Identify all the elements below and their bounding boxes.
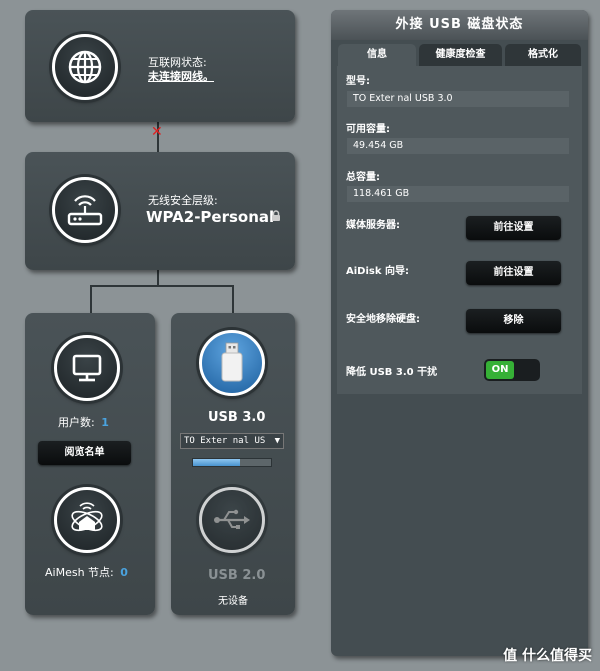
tab-info[interactable]: 信息 xyxy=(338,44,416,66)
connector-wireless-down xyxy=(157,270,159,286)
tab-health-check[interactable]: 健康度检查 xyxy=(419,44,502,66)
usb30-device-select-value: TO Exter nal US xyxy=(184,436,266,446)
chevron-down-icon: ▼ xyxy=(274,436,280,446)
clients-count-label: 用户数: 1 xyxy=(58,414,109,430)
clients-button[interactable] xyxy=(54,335,120,401)
wireless-security-card[interactable]: 无线安全层级: WPA2-Personal xyxy=(25,152,295,270)
wireless-security-label: 无线安全层级: xyxy=(148,194,218,207)
internet-globe-button[interactable] xyxy=(52,34,118,100)
connector-left-down xyxy=(90,285,92,313)
aidisk-settings-button[interactable]: 前往设置 xyxy=(466,261,561,285)
aimesh-count-value[interactable]: 0 xyxy=(120,566,128,579)
reduce-usb3-interference-toggle[interactable]: ON xyxy=(484,359,540,381)
usb20-label: USB 2.0 xyxy=(208,568,266,583)
clients-count-value[interactable]: 1 xyxy=(101,416,109,429)
internet-status-card[interactable]: 互联网状态: 未连接网线。 xyxy=(25,10,295,122)
wireless-router-button[interactable] xyxy=(52,177,118,243)
usb30-device-button[interactable] xyxy=(199,330,265,396)
model-label: 型号: xyxy=(346,76,370,87)
reduce-usb3-interference-label: 降低 USB 3.0 干扰 xyxy=(346,367,438,378)
router-icon xyxy=(67,195,103,226)
usb-symbol-icon xyxy=(214,509,250,529)
lock-icon xyxy=(272,210,280,221)
wireless-security-value: WPA2-Personal xyxy=(146,208,275,226)
aidisk-wizard-label: AiDisk 向导: xyxy=(346,266,409,277)
usb30-usage-fill xyxy=(193,459,240,466)
total-capacity-label: 总容量: xyxy=(346,172,380,183)
available-capacity-label: 可用容量: xyxy=(346,124,390,135)
usb30-device-select[interactable]: TO Exter nal US ▼ xyxy=(180,433,284,449)
aimesh-label: AiMesh 节点: 0 xyxy=(45,564,128,580)
media-server-settings-button[interactable]: 前往设置 xyxy=(466,216,561,240)
total-capacity-value: 118.461 GB xyxy=(347,186,569,202)
usb20-device-button[interactable] xyxy=(199,487,265,553)
tab-format[interactable]: 格式化 xyxy=(505,44,581,66)
safely-remove-label: 安全地移除硬盘: xyxy=(346,314,420,325)
aimesh-icon xyxy=(71,502,103,532)
globe-icon xyxy=(68,50,102,84)
monitor-icon xyxy=(72,354,102,382)
available-capacity-value: 49.454 GB xyxy=(347,138,569,154)
panel-title: 外接 USB 磁盘状态 xyxy=(331,10,588,40)
internet-status-value[interactable]: 未连接网线。 xyxy=(148,68,214,84)
watermark-text: 值 什么值得买 xyxy=(503,648,592,664)
model-value: TO Exter nal USB 3.0 xyxy=(347,91,569,107)
usb20-status: 无设备 xyxy=(218,596,248,607)
clients-count-text: 用户数: xyxy=(58,416,95,429)
clients-card[interactable]: 用户数: 1 阅览名单 AiMesh 节点: 0 xyxy=(25,313,155,615)
usb30-usage-bar xyxy=(192,458,272,467)
usb30-label: USB 3.0 xyxy=(208,410,266,425)
aimesh-button[interactable] xyxy=(54,487,120,553)
usb-disk-status-panel: 外接 USB 磁盘状态 信息 健康度检查 格式化 型号: TO Exter na… xyxy=(331,10,588,656)
disconnect-x-icon: ✕ xyxy=(151,124,163,140)
info-content: 型号: TO Exter nal USB 3.0 可用容量: 49.454 GB… xyxy=(337,66,582,394)
eject-disk-button[interactable]: 移除 xyxy=(466,309,561,333)
usb-drive-icon xyxy=(221,342,243,382)
connector-right-down xyxy=(232,285,234,313)
aimesh-label-text: AiMesh 节点: xyxy=(45,566,114,579)
toggle-on-label: ON xyxy=(486,361,514,379)
connector-horizontal xyxy=(90,285,233,287)
view-client-list-button[interactable]: 阅览名单 xyxy=(38,441,131,465)
usb-card[interactable]: USB 3.0 TO Exter nal US ▼ USB 2.0 无设备 xyxy=(171,313,295,615)
media-server-label: 媒体服务器: xyxy=(346,220,400,231)
